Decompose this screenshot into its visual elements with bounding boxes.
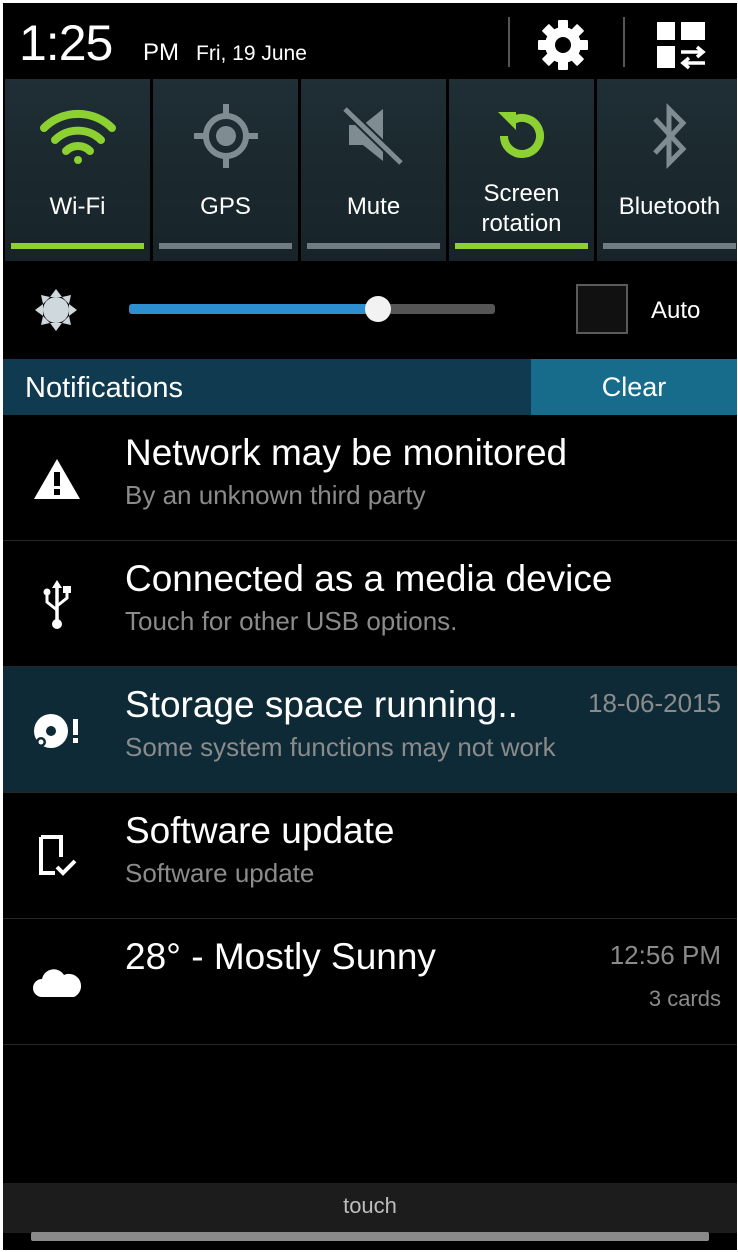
toggle-indicator	[11, 243, 144, 249]
toggle-screen-rotation[interactable]: Screen rotation	[449, 79, 594, 261]
notification-storage-low[interactable]: Storage space running.. 18-06-2015 Some …	[3, 667, 737, 793]
toggle-label: Bluetooth	[618, 193, 721, 220]
mute-icon	[341, 105, 404, 167]
warning-icon	[34, 459, 80, 499]
brightness-slider-thumb[interactable]	[364, 296, 391, 322]
notification-network-monitored[interactable]: Network may be monitored By an unknown t…	[3, 415, 737, 541]
notification-title: 28° - Mostly Sunny	[125, 936, 436, 977]
toggle-gps[interactable]: GPS	[153, 79, 298, 261]
wifi-icon	[39, 109, 116, 164]
notifications-title: Notifications	[25, 372, 183, 404]
clock-ampm: PM	[143, 39, 179, 66]
toggle-indicator	[455, 243, 588, 249]
software-update-icon	[39, 835, 77, 876]
rotation-icon	[497, 112, 544, 158]
notification-weather[interactable]: 28° - Mostly Sunny 12:56 PM 3 cards	[3, 919, 737, 1045]
quick-settings-toggles: Wi-Fi GPS Mute Screen rotation Bluetooth	[3, 79, 737, 261]
notifications-header: Notifications Clear	[3, 359, 737, 415]
notification-software-update[interactable]: Software update Software update	[3, 793, 737, 919]
brightness-slider[interactable]	[129, 304, 495, 314]
notification-card-count: 3 cards	[648, 986, 721, 1011]
auto-brightness-label: Auto	[651, 297, 701, 324]
edit-toggles-button[interactable]	[649, 17, 713, 73]
status-header: 1:25 PM Fri, 19 June	[3, 3, 737, 79]
toggle-label: rotation	[481, 210, 562, 237]
toggle-label: Mute	[346, 193, 401, 220]
notification-title: Network may be monitored	[125, 432, 568, 473]
toggle-wifi[interactable]: Wi-Fi	[5, 79, 150, 261]
toggle-indicator	[307, 243, 440, 249]
notification-title: Software update	[125, 810, 395, 851]
settings-button[interactable]	[531, 17, 595, 73]
notification-usb-media[interactable]: Connected as a media device Touch for ot…	[3, 541, 737, 667]
notification-subtitle: Touch for other USB options.	[125, 606, 458, 636]
auto-brightness-checkbox[interactable]	[576, 284, 628, 334]
toggle-indicator	[603, 243, 736, 249]
divider	[623, 17, 625, 67]
divider	[508, 17, 510, 67]
toggle-indicator	[159, 243, 292, 249]
notification-subtitle: Some system functions may not work	[125, 732, 556, 762]
usb-icon	[43, 580, 71, 629]
brightness-fill	[129, 304, 378, 314]
gear-icon	[538, 20, 588, 70]
toggle-bluetooth[interactable]: Bluetooth	[597, 79, 737, 261]
grid-edit-icon	[657, 22, 706, 70]
panel-drag-handle[interactable]	[31, 1232, 709, 1241]
toggle-label: Wi-Fi	[49, 193, 106, 220]
brightness-icon	[35, 289, 77, 331]
notification-subtitle: By an unknown third party	[125, 480, 426, 510]
notification-title: Storage space running..	[125, 684, 518, 725]
clock-time: 1:25	[19, 15, 113, 71]
toggle-mute[interactable]: Mute	[301, 79, 446, 261]
brightness-row: Auto	[3, 261, 737, 359]
toggle-label: GPS	[200, 193, 251, 220]
notification-time: 12:56 PM	[609, 940, 721, 970]
notification-title: Connected as a media device	[125, 558, 613, 599]
notification-time: 18-06-2015	[588, 688, 721, 718]
notification-subtitle: Software update	[125, 858, 315, 888]
toggle-label: Screen	[483, 180, 560, 207]
gps-icon	[193, 104, 258, 168]
notification-panel: 1:25 PM Fri, 19 June Wi-Fi GPS Mute Scre…	[3, 3, 737, 1250]
touch-bar[interactable]: touch	[3, 1183, 737, 1233]
storage-warning-icon	[34, 714, 78, 748]
bluetooth-icon	[652, 102, 686, 170]
date-label: Fri, 19 June	[196, 42, 307, 65]
clear-button[interactable]: Clear	[531, 359, 737, 415]
cloud-icon	[33, 969, 82, 997]
